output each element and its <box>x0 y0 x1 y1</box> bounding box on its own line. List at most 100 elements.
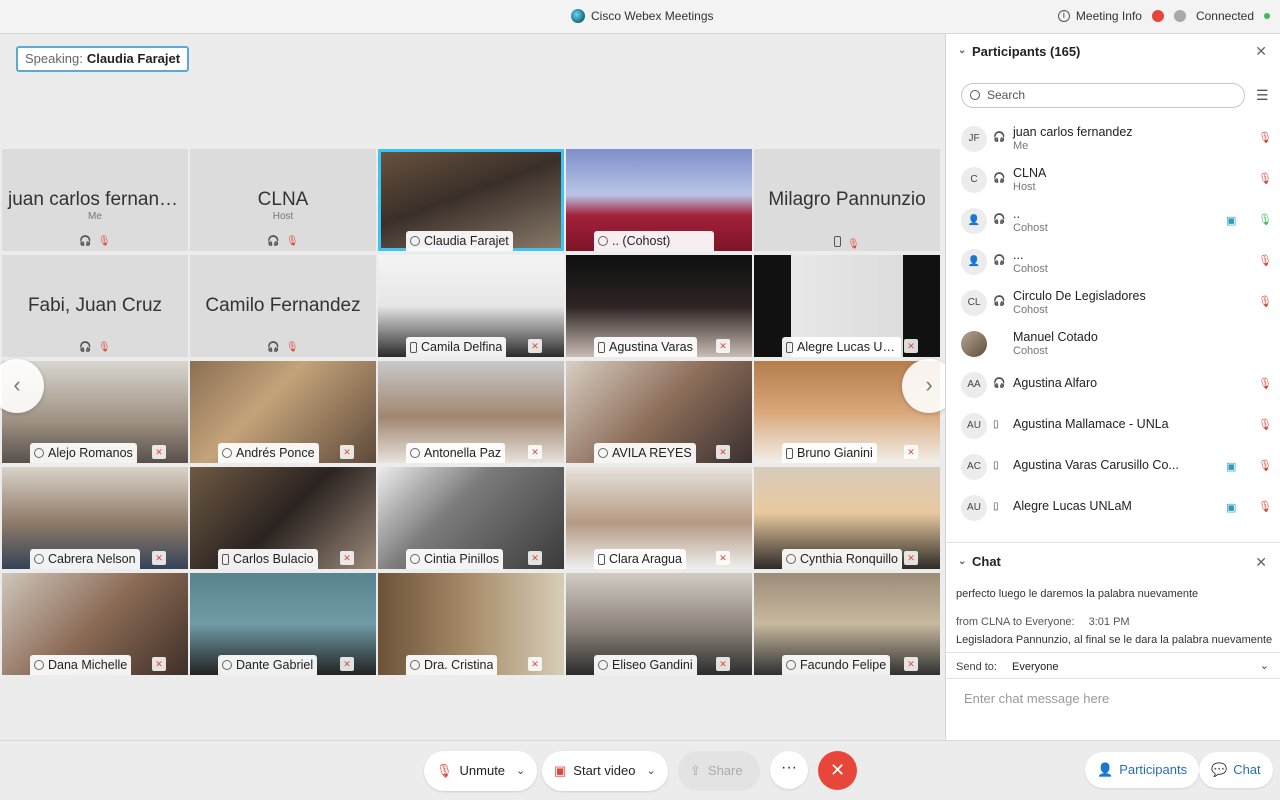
collapse-chevron-icon[interactable]: ⌄ <box>958 45 966 56</box>
chat-toggle-button[interactable]: 💬 Chat <box>1199 752 1273 788</box>
video-tile[interactable]: .. (Cohost) <box>566 149 752 251</box>
participants-toggle-button[interactable]: 👤 Participants <box>1085 752 1200 788</box>
avatar: AU <box>961 495 987 521</box>
muted-icon: 🎙 <box>97 236 111 247</box>
participant-row[interactable]: AU ▯ Agustina Mallamace - UNLa 🎙 <box>946 409 1280 450</box>
lock-icon[interactable] <box>1173 10 1186 22</box>
headset-icon <box>34 660 44 670</box>
chat-bubble-icon: 💬 <box>1211 762 1228 777</box>
participant-row[interactable]: AA 🎧 Agustina Alfaro 🎙 <box>946 368 1280 409</box>
avatar: JF <box>961 126 987 152</box>
leave-meeting-button[interactable]: ✕ <box>818 751 857 790</box>
more-options-button[interactable]: ··· <box>770 751 808 789</box>
start-video-button[interactable]: ▣ Start video ⌄ <box>542 751 668 791</box>
headset-icon: 🎧 <box>993 378 1006 389</box>
tile-name-bar: Dra. Cristina <box>406 655 498 675</box>
close-participants-icon[interactable]: ✕ <box>1255 43 1267 60</box>
muted-icon: ✕ <box>340 445 354 459</box>
avatar: CL <box>961 290 987 316</box>
meeting-info-button[interactable]: i Meeting Info <box>1057 9 1142 23</box>
chevron-right-icon: › <box>925 372 933 397</box>
headset-icon <box>34 448 44 458</box>
participant-row[interactable]: AC ▯ Agustina Varas Carusillo Co... ▣ 🎙 <box>946 450 1280 491</box>
muted-icon: ✕ <box>528 339 542 353</box>
participant-row[interactable]: AU ▯ Alegre Lucas UNLaM ▣ 🎙 <box>946 491 1280 532</box>
mic-active-icon[interactable]: 🎙 <box>1258 213 1272 226</box>
search-icon <box>970 90 980 100</box>
video-tile[interactable]: AVILA REYES ✕ <box>566 361 752 463</box>
tile-name-bar: Agustina Varas <box>594 337 697 357</box>
tile-name-bar: Claudia Farajet <box>406 231 513 251</box>
video-tile[interactable]: Cintia Pinillos ✕ <box>378 467 564 569</box>
send-to-selector[interactable]: Send to: Everyone ⌄ <box>946 652 1280 678</box>
headset-icon: 🎧 <box>993 296 1006 307</box>
video-tile[interactable]: Dana Michelle ✕ <box>2 573 188 675</box>
video-tile-active[interactable]: Claudia Farajet <box>378 149 564 251</box>
avatar: AC <box>961 454 987 480</box>
headset-icon <box>598 448 608 458</box>
video-tile[interactable]: Facundo Felipe ✕ <box>754 573 940 675</box>
title-bar: Cisco Webex Meetings i Meeting Info Conn… <box>0 0 1280 34</box>
video-tile[interactable]: Agustina Varas ✕ <box>566 255 752 357</box>
muted-icon: ✕ <box>904 657 918 671</box>
video-on-icon: ▣ <box>1226 461 1237 473</box>
chat-message-input[interactable]: Enter chat message here <box>946 678 1280 740</box>
tile-name: juan carlos fernandez <box>8 189 188 210</box>
video-tile[interactable]: Eliseo Gandini ✕ <box>566 573 752 675</box>
participant-row[interactable]: C 🎧 CLNA Host 🎙 <box>946 163 1280 204</box>
muted-icon[interactable]: 🎙 <box>1258 254 1272 267</box>
video-tile[interactable]: Camila Delfina ✕ <box>378 255 564 357</box>
sort-list-icon[interactable]: ☰ <box>1256 87 1269 104</box>
unmute-button[interactable]: 🎙 Unmute ⌄ <box>424 751 538 791</box>
headset-icon: 🎧 <box>267 236 280 247</box>
muted-icon: ✕ <box>152 657 166 671</box>
headset-icon <box>222 660 232 670</box>
tile-name-bar: Carlos Bulacio <box>218 549 318 569</box>
muted-icon: ✕ <box>716 657 730 671</box>
muted-icon[interactable]: 🎙 <box>1258 295 1272 308</box>
muted-icon[interactable]: 🎙 <box>1258 459 1272 472</box>
muted-icon: ✕ <box>152 445 166 459</box>
video-tile[interactable]: Dante Gabriel ✕ <box>190 573 376 675</box>
video-tile[interactable]: Cynthia Ronquillo ✕ <box>754 467 940 569</box>
video-tile[interactable]: CLNA Host 🎧 🎙 <box>190 149 376 251</box>
share-icon: ⇪ <box>690 763 701 778</box>
muted-icon[interactable]: 🎙 <box>1258 172 1272 185</box>
video-tile[interactable]: Dra. Cristina ✕ <box>378 573 564 675</box>
tile-name: CLNA <box>257 189 309 210</box>
close-chat-icon[interactable]: ✕ <box>1255 554 1267 571</box>
muted-icon: 🎙 <box>285 342 299 353</box>
recording-icon[interactable] <box>1151 10 1164 22</box>
tile-name-bar: Cabrera Nelson <box>30 549 140 569</box>
participant-row[interactable]: 👤 🎧 .. Cohost ▣ 🎙 <box>946 204 1280 245</box>
video-tile[interactable]: Milagro Pannunzio 🎙 <box>754 149 940 251</box>
chevron-down-icon[interactable]: ⌄ <box>646 751 655 791</box>
participant-row[interactable]: JF 🎧 juan carlos fernandez Me 🎙 <box>946 122 1280 163</box>
muted-icon: ✕ <box>528 551 542 565</box>
muted-icon[interactable]: 🎙 <box>1258 377 1272 390</box>
video-tile[interactable]: Antonella Paz ✕ <box>378 361 564 463</box>
video-tile[interactable]: Camilo Fernandez 🎧 🎙 <box>190 255 376 357</box>
side-panel: ⌄ Participants (165) ✕ Search ☰ JF 🎧 jua… <box>945 34 1280 740</box>
video-tile[interactable]: Clara Aragua ✕ <box>566 467 752 569</box>
video-tile[interactable]: Carlos Bulacio ✕ <box>190 467 376 569</box>
participant-row[interactable]: 👤 🎧 ... Cohost 🎙 <box>946 245 1280 286</box>
headset-icon <box>410 554 420 564</box>
muted-icon: ✕ <box>904 551 918 565</box>
video-stage: Speaking: Claudia Farajet juan carlos fer… <box>0 34 956 740</box>
video-tile[interactable]: Alegre Lucas UNLaM ✕ <box>754 255 940 357</box>
muted-icon[interactable]: 🎙 <box>1258 500 1272 513</box>
chevron-down-icon[interactable]: ⌄ <box>516 751 525 791</box>
muted-icon[interactable]: 🎙 <box>1258 131 1272 144</box>
video-tile[interactable]: Cabrera Nelson ✕ <box>2 467 188 569</box>
muted-icon[interactable]: 🎙 <box>1258 418 1272 431</box>
collapse-chevron-icon[interactable]: ⌄ <box>958 556 966 567</box>
phone-icon <box>598 341 605 353</box>
participant-row[interactable]: Manuel Cotado Cohost <box>946 327 1280 368</box>
video-tile[interactable]: juan carlos fernandez Me 🎧 🎙 <box>2 149 188 251</box>
share-button[interactable]: ⇪ Share <box>678 751 760 791</box>
participant-search-input[interactable]: Search <box>961 83 1245 108</box>
video-tile[interactable]: Andrés Ponce ✕ <box>190 361 376 463</box>
participant-row[interactable]: CL 🎧 Circulo De Legisladores Cohost 🎙 <box>946 286 1280 327</box>
video-tile[interactable]: Fabi, Juan Cruz 🎧 🎙 <box>2 255 188 357</box>
